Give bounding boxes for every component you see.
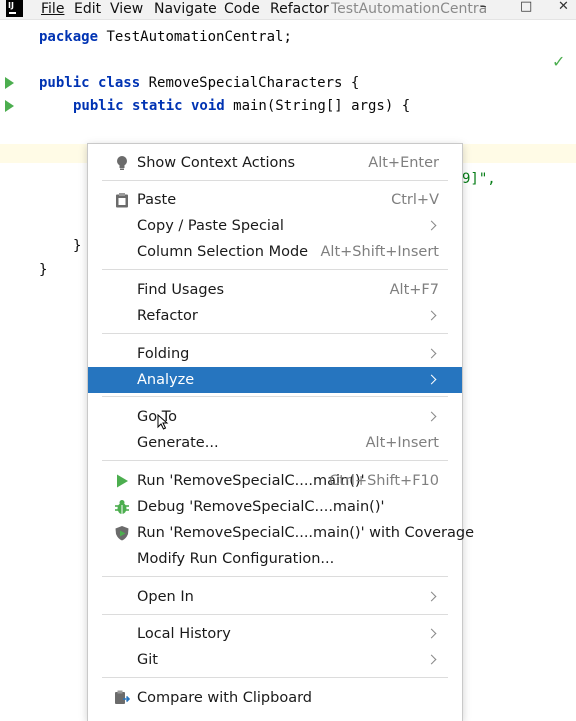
- maximize-icon[interactable]: □: [520, 0, 532, 14]
- submenu-arrow-icon: [426, 654, 437, 665]
- menu-refactor[interactable]: Refactor: [270, 0, 329, 19]
- minimize-icon[interactable]: –: [480, 0, 487, 14]
- coverage-shield-icon: [115, 526, 129, 541]
- menu-item-modify-run-configuration[interactable]: Modify Run Configuration...: [88, 546, 462, 572]
- submenu-arrow-icon: [426, 220, 437, 231]
- code-line-class: public class RemoveSpecialCharacters {: [39, 75, 360, 91]
- menu-code[interactable]: Code: [224, 0, 260, 19]
- run-icon: [117, 474, 128, 488]
- menu-item-copy-paste-special[interactable]: Copy / Paste Special: [88, 213, 462, 239]
- menu-navigate[interactable]: Navigate: [154, 0, 217, 19]
- menu-item-compare-with-clipboard[interactable]: Compare with Clipboard: [88, 685, 462, 711]
- menu-item-run[interactable]: Run 'RemoveSpecialC....main()' Ctrl+Shif…: [88, 468, 462, 494]
- menu-bar: IJ File Edit View Navigate Code Refactor…: [0, 0, 576, 20]
- menu-separator: [102, 460, 448, 461]
- menu-item-paste[interactable]: Paste Ctrl+V: [88, 187, 462, 213]
- submenu-arrow-icon: [426, 411, 437, 422]
- code-line-class-close: }: [39, 262, 48, 278]
- lightbulb-icon: [117, 156, 127, 170]
- window-title: TestAutomationCentra: [331, 1, 488, 17]
- menu-separator: [102, 396, 448, 397]
- submenu-arrow-icon: [426, 628, 437, 639]
- menu-separator: [102, 614, 448, 615]
- menu-item-run-with-coverage[interactable]: Run 'RemoveSpecialC....main()' with Cove…: [88, 520, 474, 546]
- intellij-logo-icon: IJ: [6, 0, 23, 17]
- menu-item-refactor[interactable]: Refactor: [88, 303, 462, 329]
- inspection-ok-icon[interactable]: ✓: [552, 52, 565, 71]
- menu-file[interactable]: File: [41, 0, 64, 19]
- menu-item-show-context-actions[interactable]: Show Context Actions Alt+Enter: [88, 150, 462, 176]
- menu-item-local-history[interactable]: Local History: [88, 621, 462, 647]
- run-class-gutter-icon[interactable]: [5, 77, 14, 89]
- menu-item-git[interactable]: Git: [88, 647, 462, 673]
- code-line-method-close: }: [73, 238, 82, 254]
- menu-item-analyze[interactable]: Analyze: [88, 367, 462, 393]
- editor-context-menu: Show Context Actions Alt+Enter Paste Ctr…: [87, 143, 474, 721]
- close-icon[interactable]: ✕: [558, 0, 569, 14]
- menu-separator: [102, 333, 448, 334]
- submenu-arrow-icon: [426, 374, 437, 385]
- debug-bug-icon: [115, 500, 129, 514]
- menu-item-find-usages[interactable]: Find Usages Alt+F7: [88, 277, 462, 303]
- code-string-fragment: 9]",: [462, 171, 496, 187]
- clipboard-icon: [116, 193, 128, 208]
- menu-item-generate[interactable]: Generate... Alt+Insert: [88, 430, 462, 456]
- mouse-pointer-icon: [157, 414, 169, 430]
- menu-edit[interactable]: Edit: [74, 0, 101, 19]
- compare-clipboard-icon: [115, 690, 130, 704]
- menu-item-debug[interactable]: Debug 'RemoveSpecialC....main()': [88, 494, 462, 520]
- submenu-arrow-icon: [426, 310, 437, 321]
- menu-item-column-selection-mode[interactable]: Column Selection Mode Alt+Shift+Insert: [88, 239, 462, 265]
- menu-separator: [102, 180, 448, 181]
- submenu-arrow-icon: [426, 348, 437, 359]
- menu-separator: [102, 269, 448, 270]
- menu-item-go-to[interactable]: Go To: [88, 404, 462, 430]
- menu-item-open-in[interactable]: Open In: [88, 584, 462, 610]
- menu-item-folding[interactable]: Folding: [88, 341, 462, 367]
- code-line-main: public static void main(String[] args) {: [73, 98, 411, 114]
- menu-view[interactable]: View: [110, 0, 143, 19]
- code-line-package: package TestAutomationCentral;: [39, 29, 292, 45]
- submenu-arrow-icon: [426, 591, 437, 602]
- menu-separator: [102, 677, 448, 678]
- menu-separator: [102, 576, 448, 577]
- run-main-gutter-icon[interactable]: [5, 100, 14, 112]
